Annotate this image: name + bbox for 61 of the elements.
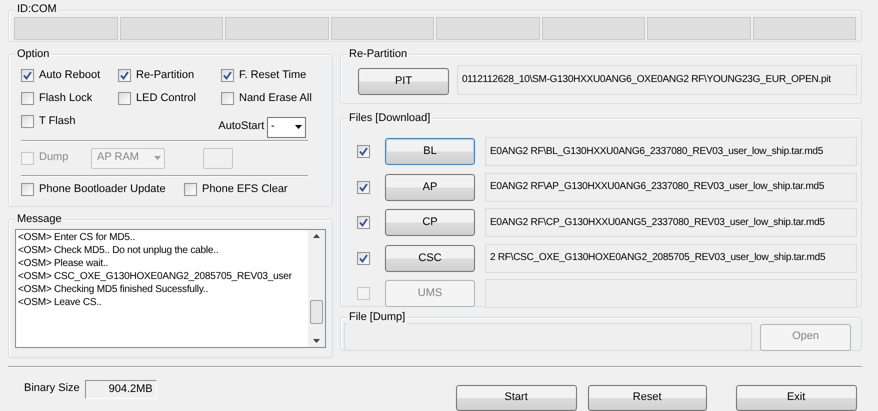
input-field[interactable] (203, 148, 233, 169)
checkbox[interactable] (21, 115, 34, 128)
checkbox-label: Phone Bootloader Update (39, 182, 166, 196)
log-line: <OSM> Checking MD5 finished Sucessfully.. (18, 283, 210, 296)
dropdown-arrow-icon (154, 156, 161, 160)
file-button[interactable]: CSC (385, 244, 475, 272)
checkbox-label: Dump (39, 151, 68, 165)
file-button[interactable]: AP (385, 174, 475, 201)
autostart-dropdown[interactable]: - (267, 116, 306, 138)
checkbox[interactable] (221, 69, 234, 82)
checkbox-label: T Flash (39, 115, 76, 129)
checkbox[interactable] (357, 180, 370, 194)
log-line: <OSM> Check MD5.. Do not unplug the cable.. (18, 244, 220, 257)
action-button[interactable]: Reset (588, 385, 707, 411)
checkbox[interactable] (221, 92, 234, 106)
checkbox[interactable] (357, 252, 370, 265)
file-path-field[interactable]: 2 RF\CSC_OXE_G130HOXE0ANG2_2085705_REV03_user_low_ship.tar.md5 (485, 244, 857, 273)
checkbox-label: F. Reset Time (239, 69, 306, 82)
checkbox[interactable] (357, 216, 370, 230)
checkbox-label: Flash Lock (39, 92, 92, 106)
group-label: Message (15, 213, 64, 226)
checkbox[interactable] (21, 182, 34, 196)
log-line: <OSM> CSC_OXE_G130HOXE0ANG2_2085705_REV03_user (18, 270, 293, 283)
checkbox[interactable] (184, 182, 197, 196)
checkbox[interactable] (118, 92, 131, 106)
checkbox-label: Re-Partition (136, 69, 194, 82)
checkbox-label: Phone EFS Clear (202, 182, 288, 196)
scroll-thumb[interactable] (310, 300, 323, 324)
log-line: <OSM> Enter CS for MD5.. (18, 231, 136, 244)
checkbox[interactable] (118, 69, 131, 82)
action-button[interactable]: Exit (736, 385, 857, 411)
binary-size-label: Binary Size (24, 382, 80, 396)
dropdown-value: AP RAM (97, 151, 139, 165)
checkbox-label: LED Control (136, 92, 196, 106)
checkbox-label: Nand Erase All (239, 92, 312, 106)
log-line: <OSM> Please wait.. (18, 257, 110, 270)
group-label: Option (15, 48, 52, 61)
file-path-field[interactable]: E0ANG2 RF\CP_G130HXXU0ANG5_2337080_REV03_user_low_ship.tar.md5 (485, 208, 857, 238)
dropdown-arrow-icon (295, 125, 302, 130)
pit-button[interactable]: PIT (358, 68, 449, 95)
log-line: <OSM> Leave CS.. (18, 296, 103, 309)
checkbox[interactable] (21, 69, 34, 82)
autostart-label: AutoStart (218, 120, 264, 134)
checkbox[interactable] (357, 145, 370, 158)
dropdown-value: - (271, 120, 275, 134)
checkbox-label: Auto Reboot (39, 69, 100, 82)
file-path-field[interactable] (485, 279, 857, 308)
file-path-field[interactable]: E0ANG2 RF\AP_G130HXXU0ANG6_2337080_REV03_user_low_ship.tar.md5 (485, 172, 857, 202)
group-label: Files [Download] (347, 112, 432, 125)
dump-path-field[interactable] (344, 323, 752, 351)
file-button[interactable]: BL (385, 138, 475, 166)
scrollbar[interactable] (308, 230, 325, 347)
file-path-field[interactable]: 0112112628_10\SM-G130HXXU0ANG6_OXE0ANG2 RF\YOUNG23G_EUR_OPEN.pit (457, 65, 857, 95)
group-label: File [Dump] (347, 311, 408, 324)
file-path-field[interactable]: E0ANG2 RF\BL_G130HXXU0ANG6_2337080_REV03_user_low_ship.tar.md5 (485, 137, 857, 166)
checkbox[interactable] (21, 92, 34, 106)
scroll-up-icon[interactable] (313, 234, 320, 238)
scroll-down-icon[interactable] (313, 339, 320, 343)
action-button[interactable]: Start (456, 385, 577, 411)
file-button[interactable]: CP (385, 209, 475, 236)
binary-size-value: 904.2MB (84, 380, 157, 398)
